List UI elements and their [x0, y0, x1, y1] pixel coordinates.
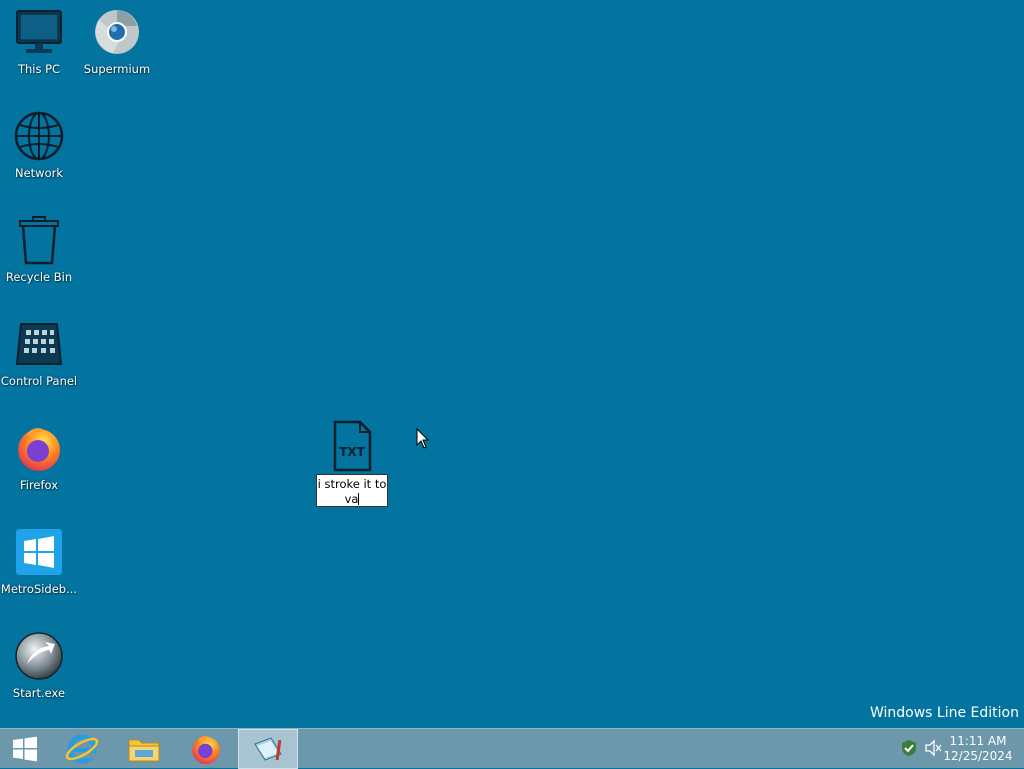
desktop-icon-network[interactable]: Network	[0, 106, 78, 192]
desktop-txt-file[interactable]: TXT i stroke it to va	[314, 418, 390, 507]
file-rename-value: i stroke it to va	[317, 477, 387, 506]
trash-icon	[19, 216, 59, 265]
desktop-icon-label: Start.exe	[12, 686, 66, 700]
taskbar-notepad[interactable]	[238, 729, 298, 769]
supermium-browser-icon	[95, 10, 139, 54]
monitor-icon	[16, 10, 62, 53]
desktop-icon-firefox[interactable]: Firefox	[0, 418, 78, 504]
firefox-icon	[18, 428, 60, 471]
file-rename-input[interactable]: i stroke it to va	[316, 474, 388, 507]
desktop-icon-label: Network	[14, 166, 64, 180]
desktop-icon-this-pc[interactable]: This PC	[0, 2, 78, 88]
start-button[interactable]	[0, 729, 50, 769]
taskbar-file-explorer[interactable]	[114, 729, 174, 769]
desktop-icon-label: This PC	[17, 62, 61, 76]
ie-icon	[65, 734, 99, 764]
windows-logo-icon	[13, 736, 37, 762]
folder-icon	[128, 739, 160, 762]
taskbar-clock[interactable]: 11:11 AM 12/25/2024	[938, 734, 1018, 764]
clock-date: 12/25/2024	[943, 749, 1013, 763]
desktop-icon-label: Firefox	[19, 478, 59, 492]
firefox-icon	[192, 736, 220, 765]
desktop-icon-label: Control Panel	[0, 374, 78, 388]
txt-file-icon: TXT	[333, 420, 372, 472]
desktop-icon-recycle-bin[interactable]: Recycle Bin	[0, 210, 78, 296]
desktop-icon-supermium[interactable]: Supermium	[78, 2, 156, 88]
desktop-icon-label: Recycle Bin	[5, 270, 73, 284]
security-shield-icon[interactable]	[900, 739, 918, 757]
globe-icon	[14, 111, 64, 161]
taskbar-internet-explorer[interactable]	[52, 729, 112, 769]
desktop-icon-metrosidebar[interactable]: MetroSideb...	[0, 522, 78, 608]
start-orb-icon	[15, 632, 63, 680]
text-caret	[358, 493, 360, 505]
desktop-icon-label: MetroSideb...	[0, 582, 78, 596]
taskbar: 11:11 AM 12/25/2024	[0, 728, 1024, 769]
mouse-pointer-icon	[416, 428, 430, 449]
edition-watermark: Windows Line Edition	[869, 705, 1019, 721]
desktop-icon-start-exe[interactable]: Start.exe	[0, 626, 78, 712]
windows-tiles-icon	[16, 529, 62, 575]
notepad-icon	[254, 737, 282, 761]
clock-time: 11:11 AM	[949, 734, 1007, 748]
desktop-icon-control-panel[interactable]: Control Panel	[0, 314, 78, 400]
desktop-icon-label: Supermium	[83, 62, 151, 76]
txt-file-icon-label: TXT	[339, 445, 365, 459]
taskbar-firefox[interactable]	[176, 729, 236, 769]
control-panel-icon	[15, 323, 63, 365]
